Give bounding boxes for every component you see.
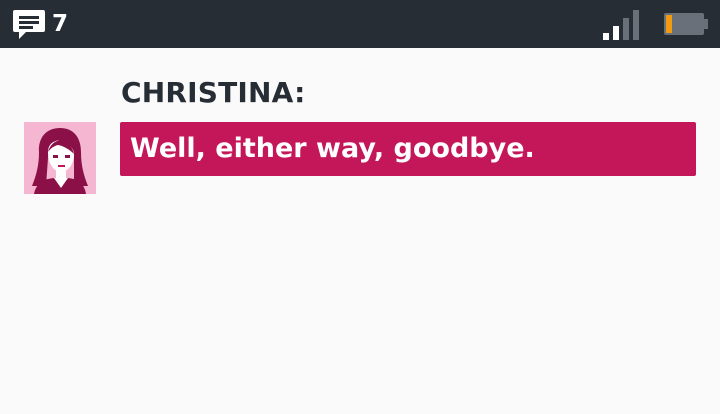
speaker-name: CHRISTINA: (121, 76, 306, 109)
speaker-avatar (24, 122, 96, 194)
message-bubble[interactable]: Well, either way, goodbye. (120, 122, 696, 176)
status-bar: 7 (0, 0, 720, 48)
battery-low-icon (664, 13, 708, 35)
christina-portrait-icon (24, 122, 96, 194)
chat-bubble-icon[interactable] (12, 8, 46, 40)
message-text: Well, either way, goodbye. (130, 133, 535, 164)
signal-strength-icon (603, 10, 639, 40)
message-count: 7 (52, 11, 69, 37)
